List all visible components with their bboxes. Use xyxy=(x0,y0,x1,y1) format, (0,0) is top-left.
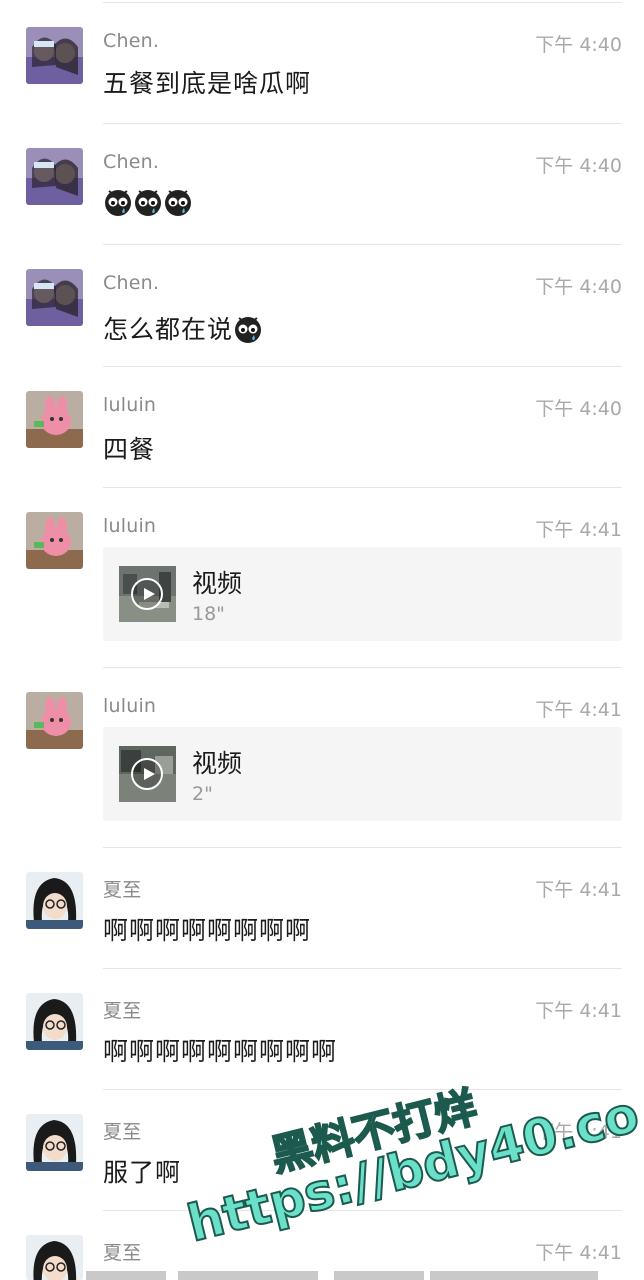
crying-face-icon xyxy=(165,190,191,216)
message-text: 五餐到底是啥瓜啊 xyxy=(103,69,312,98)
avatar-luluin[interactable] xyxy=(26,512,83,569)
avatar-xiazhi[interactable] xyxy=(26,872,83,929)
message-text: 啊啊啊啊啊啊啊啊啊 xyxy=(103,1037,338,1066)
sender-name: 夏至 xyxy=(103,1000,142,1022)
sender-name: 夏至 xyxy=(103,1242,142,1264)
sender-name: Chen. xyxy=(103,272,160,294)
cut-off-text-fragment xyxy=(86,1271,598,1280)
message-text: 啊啊啊啊啊啊啊啊 xyxy=(103,916,312,945)
message-time: 下午 4:41 xyxy=(535,699,622,721)
crying-face-icon xyxy=(105,190,131,216)
avatar-xiazhi[interactable] xyxy=(26,993,83,1050)
avatar-chen[interactable] xyxy=(26,27,83,84)
sender-name: Chen. xyxy=(103,30,160,52)
separator xyxy=(103,847,622,848)
video-title: 视频 xyxy=(192,749,243,778)
separator xyxy=(103,2,622,3)
sender-name: luluin xyxy=(103,695,157,717)
video-duration: 2" xyxy=(192,783,213,805)
crying-face-icon xyxy=(235,317,262,343)
separator xyxy=(103,123,622,124)
crying-face-icon xyxy=(135,190,161,216)
message-time: 下午 4:40 xyxy=(535,276,622,298)
video-duration: 18" xyxy=(192,603,225,625)
message-time: 下午 4:40 xyxy=(535,155,622,177)
avatar-luluin[interactable] xyxy=(26,692,83,749)
video-thumbnail[interactable] xyxy=(119,746,176,802)
video-title: 视频 xyxy=(192,569,243,598)
play-icon[interactable] xyxy=(131,758,163,790)
message-time: 下午 4:41 xyxy=(535,879,622,901)
sender-name: 夏至 xyxy=(103,879,142,901)
avatar-xiazhi[interactable] xyxy=(26,1235,83,1280)
avatar-xiazhi[interactable] xyxy=(26,1114,83,1171)
video-message-card[interactable]: 视频 18" xyxy=(103,547,622,641)
separator xyxy=(103,244,622,245)
separator xyxy=(103,1089,622,1090)
avatar-chen[interactable] xyxy=(26,148,83,205)
message-time: 下午 4:40 xyxy=(535,398,622,420)
message-time: 下午 4:41 xyxy=(535,1000,622,1022)
play-icon[interactable] xyxy=(131,578,163,610)
message-text: 怎么都在说 xyxy=(103,315,234,344)
message-text: 四餐 xyxy=(103,435,156,464)
message-text: 服了啊 xyxy=(103,1158,182,1187)
separator xyxy=(103,667,622,668)
separator xyxy=(103,968,622,969)
message-time: 下午 4:40 xyxy=(535,34,622,56)
emoji-row xyxy=(103,187,193,217)
message-time: 下午 4:41 xyxy=(535,519,622,541)
avatar-luluin[interactable] xyxy=(26,391,83,448)
video-message-card[interactable]: 视频 2" xyxy=(103,727,622,821)
video-thumbnail[interactable] xyxy=(119,566,176,622)
sender-name: 夏至 xyxy=(103,1121,142,1143)
message-text-row: 怎么都在说 xyxy=(103,310,263,346)
message-time: 下午 4:41 xyxy=(535,1242,622,1264)
sender-name: Chen. xyxy=(103,151,160,173)
sender-name: luluin xyxy=(103,394,157,416)
avatar-chen[interactable] xyxy=(26,269,83,326)
separator xyxy=(103,487,622,488)
separator xyxy=(103,366,622,367)
sender-name: luluin xyxy=(103,515,157,537)
